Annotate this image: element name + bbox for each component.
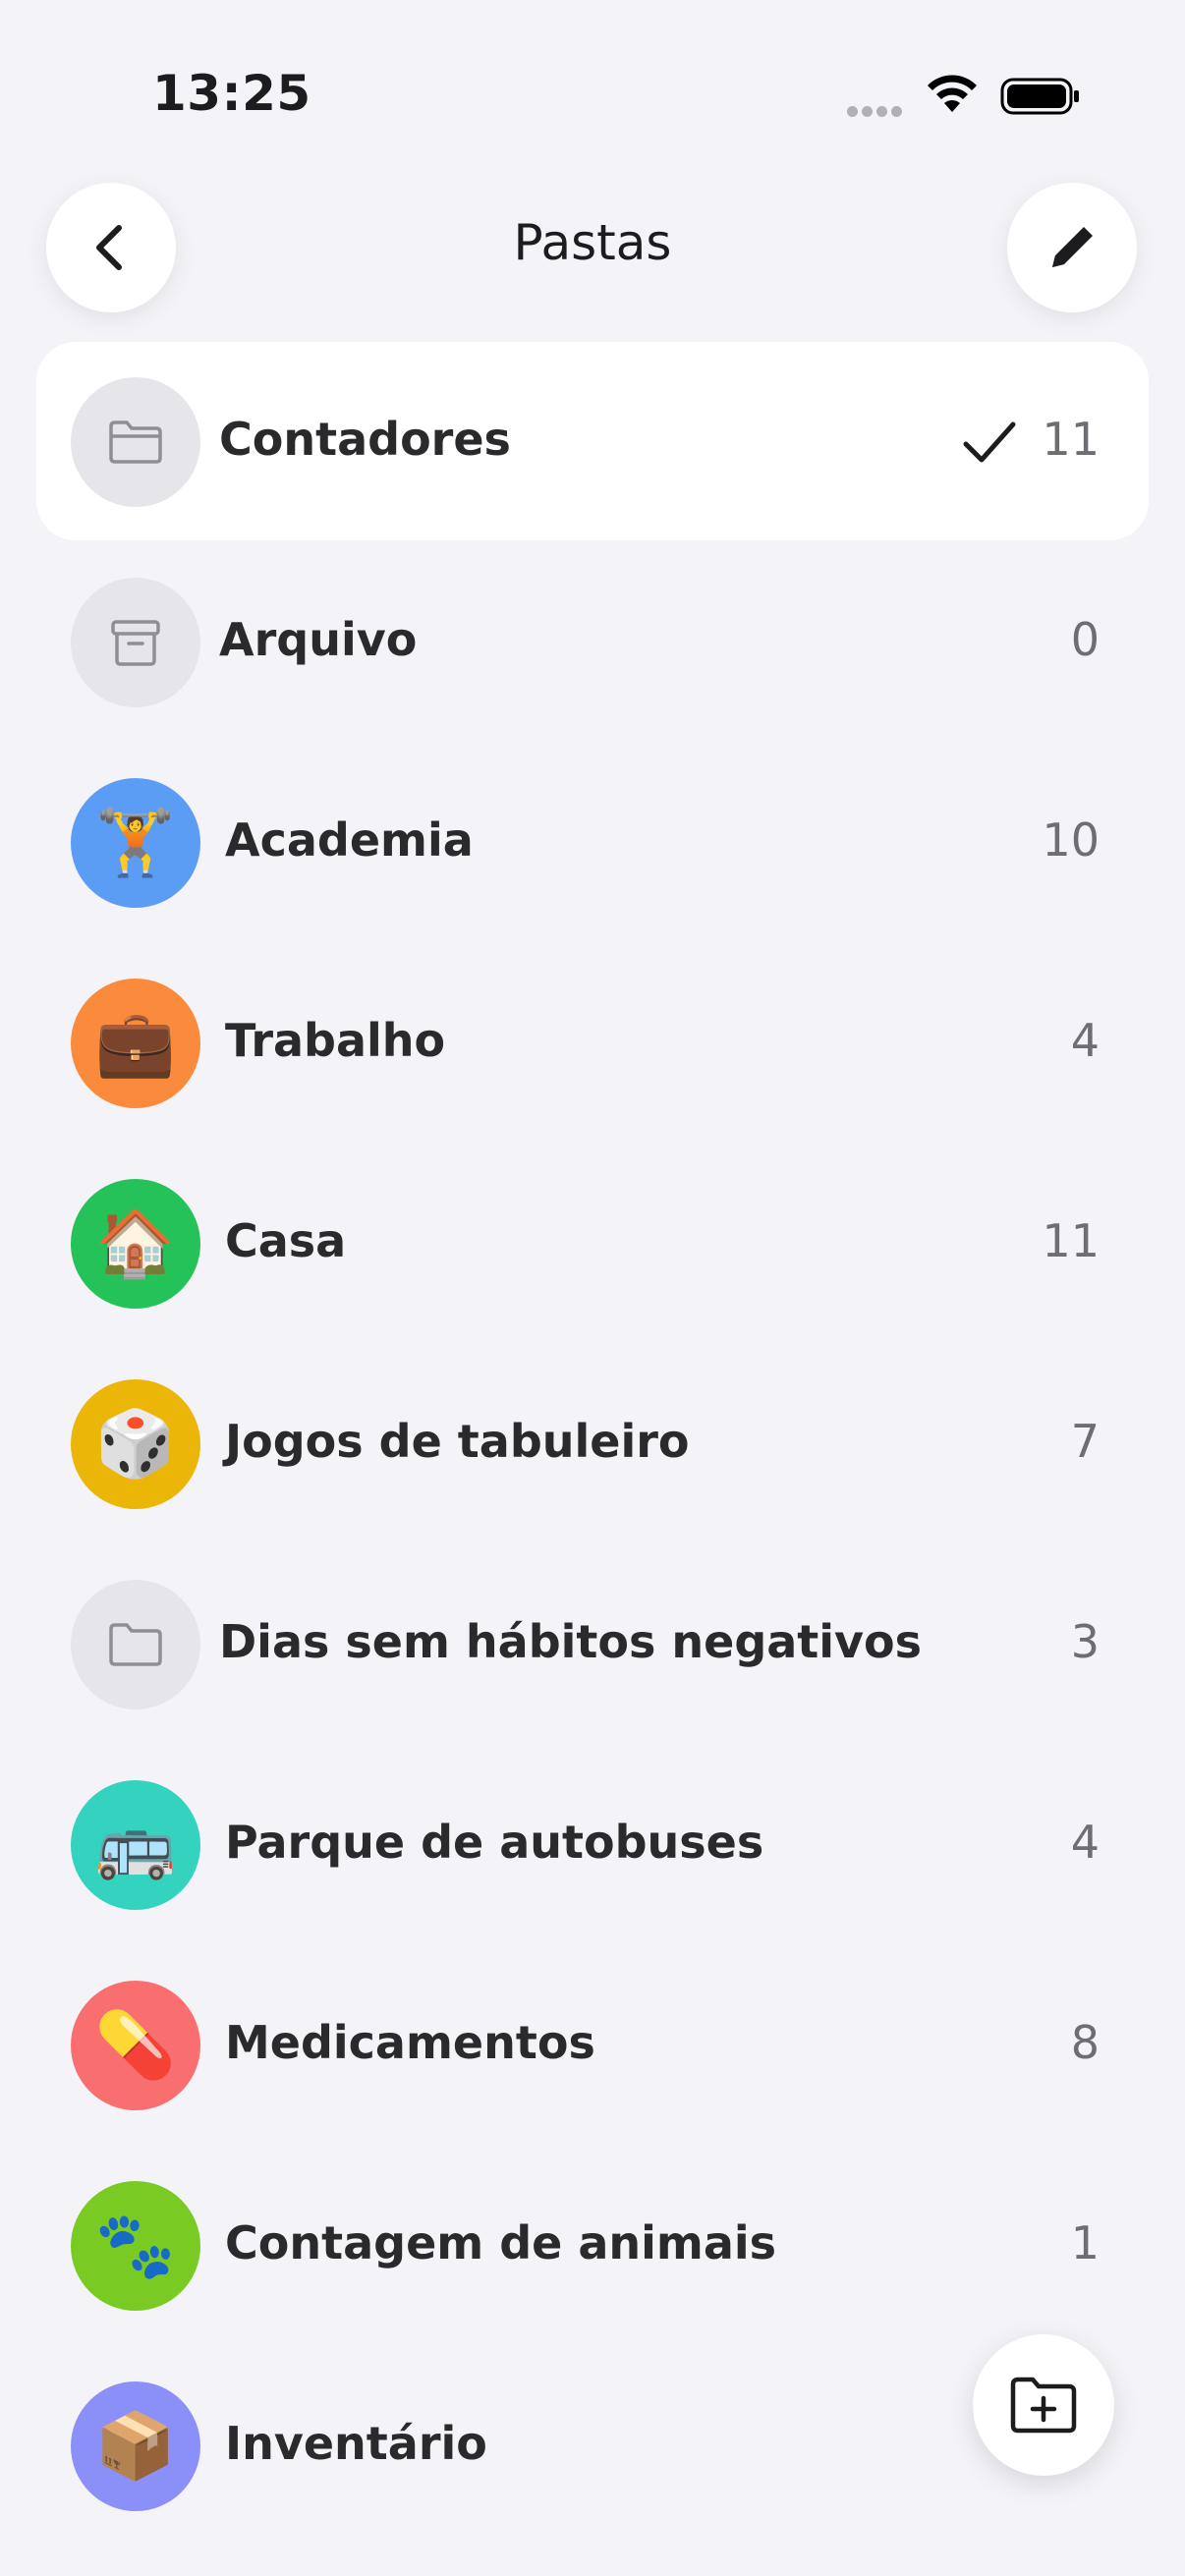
folder-count: 8 [1070, 2016, 1100, 2069]
folder-count: 1 [1070, 2216, 1100, 2269]
status-time: 13:25 [152, 65, 311, 122]
folder-label: Arquivo [219, 613, 418, 666]
bus-emoji-icon: 🚌 [71, 1780, 200, 1910]
folder-count: 7 [1070, 1415, 1100, 1468]
folder-count: 11 [1042, 1214, 1100, 1267]
die-emoji-icon: 🎲 [71, 1379, 200, 1509]
folder-count: 11 [1042, 413, 1100, 466]
folder-label: Trabalho [225, 1014, 446, 1067]
chevron-left-icon [96, 225, 122, 270]
folder-row-arquivo[interactable]: Arquivo 0 [36, 542, 1149, 741]
package-emoji-icon: 📦 [71, 2381, 200, 2511]
folder-row-academia[interactable]: 🏋️ Academia 10 [36, 743, 1149, 941]
paw-prints-emoji-icon: 🐾 [71, 2181, 200, 2311]
folder-label: Inventário [225, 2417, 487, 2470]
folder-row-medicamentos[interactable]: 💊 Medicamentos 8 [36, 1945, 1149, 2144]
folder-label: Jogos de tabuleiro [225, 1415, 690, 1468]
checkmark-icon [963, 421, 1016, 463]
folder-count: 10 [1042, 813, 1100, 867]
folder-count: 4 [1070, 1816, 1100, 1869]
battery-icon [1000, 78, 1079, 115]
folder-row-casa[interactable]: 🏠 Casa 11 [36, 1144, 1149, 1342]
folder-row-contagem-de-animais[interactable]: 🐾 Contagem de animais 1 [36, 2146, 1149, 2344]
folder-count: 3 [1070, 1615, 1100, 1668]
folder-label: Casa [225, 1214, 347, 1267]
folder-row-trabalho[interactable]: 💼 Trabalho 4 [36, 943, 1149, 1142]
folder-row-dias-sem-habitos-negativos[interactable]: Dias sem hábitos negativos 3 [36, 1544, 1149, 1743]
folder-label: Contagem de animais [225, 2216, 777, 2269]
folder-row-jogos-de-tabuleiro[interactable]: 🎲 Jogos de tabuleiro 7 [36, 1344, 1149, 1542]
folder-icon [71, 1580, 200, 1709]
folder-row-parque-de-autobuses[interactable]: 🚌 Parque de autobuses 4 [36, 1745, 1149, 1943]
house-emoji-icon: 🏠 [71, 1179, 200, 1309]
folder-count: 0 [1070, 613, 1100, 666]
folder-label: Parque de autobuses [225, 1816, 764, 1869]
briefcase-emoji-icon: 💼 [71, 979, 200, 1108]
folder-count: 4 [1070, 1014, 1100, 1067]
folder-label: Contadores [219, 413, 511, 466]
edit-button[interactable] [1007, 183, 1137, 312]
folder-add-icon [1010, 2377, 1077, 2434]
weightlifter-emoji-icon: 🏋️ [71, 778, 200, 908]
folder-row-contadores[interactable]: Contadores 11 [36, 342, 1149, 540]
cellular-signal-icon [847, 102, 910, 117]
status-bar: 13:25 [0, 0, 1185, 187]
new-folder-button[interactable] [973, 2334, 1114, 2476]
pill-emoji-icon: 💊 [71, 1981, 200, 2110]
folder-label: Dias sem hábitos negativos [219, 1615, 923, 1668]
folder-label: Medicamentos [225, 2016, 595, 2069]
back-button[interactable] [46, 183, 176, 312]
folder-icon [71, 377, 200, 507]
folder-label: Academia [225, 813, 474, 867]
pencil-icon [1052, 227, 1093, 267]
archive-box-icon [71, 578, 200, 707]
wifi-icon [928, 75, 977, 112]
page-title: Pastas [513, 214, 672, 271]
folders-screen: 13:25 Pastas Contadores 11 Arquivo 0 🏋️ … [0, 0, 1185, 2576]
